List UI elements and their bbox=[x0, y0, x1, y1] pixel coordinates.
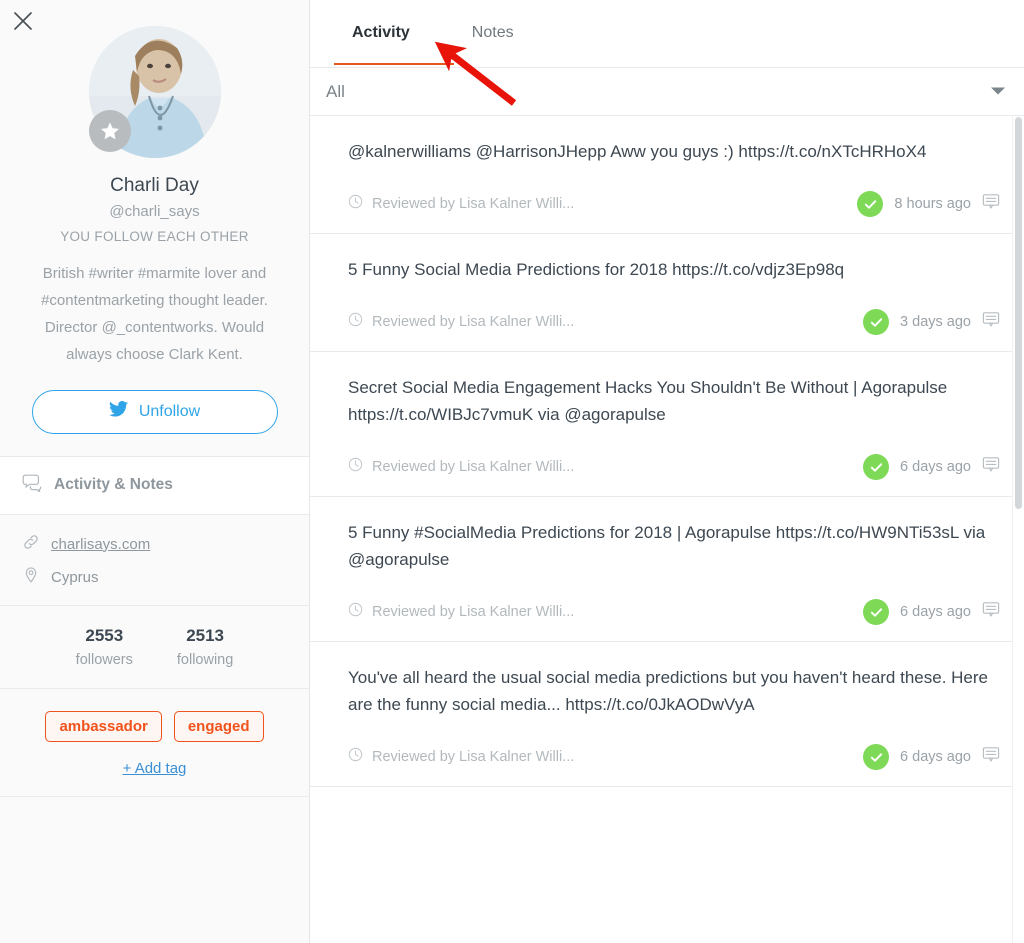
profile-activity-panel: Charli Day @charli_says YOU FOLLOW EACH … bbox=[0, 0, 1024, 943]
tab-activity[interactable]: Activity bbox=[334, 4, 454, 65]
profile-stats: 2553 followers 2513 following bbox=[0, 605, 309, 689]
activity-item[interactable]: 5 Funny Social Media Predictions for 201… bbox=[310, 234, 1024, 352]
clock-icon bbox=[348, 312, 363, 332]
reviewed-by-text: Reviewed by Lisa Kalner Willi... bbox=[372, 314, 575, 330]
activity-footer: Reviewed by Lisa Kalner Willi... 6 days … bbox=[348, 744, 1000, 770]
star-badge-icon bbox=[88, 110, 131, 152]
vertical-scrollbar[interactable] bbox=[1012, 117, 1024, 943]
activity-status-block: 8 hours ago bbox=[857, 191, 1000, 217]
reviewed-by-text: Reviewed by Lisa Kalner Willi... bbox=[372, 749, 575, 765]
comment-icon[interactable] bbox=[982, 456, 1000, 478]
page-title: Charli Day bbox=[110, 175, 199, 196]
profile-sidebar: Charli Day @charli_says YOU FOLLOW EACH … bbox=[0, 0, 310, 943]
activity-footer: Reviewed by Lisa Kalner Willi... 6 days … bbox=[348, 454, 1000, 480]
clock-icon bbox=[348, 457, 363, 477]
tab-bar: Activity Notes bbox=[310, 0, 1024, 68]
reviewed-block: Reviewed by Lisa Kalner Willi... bbox=[348, 457, 574, 477]
unfollow-button[interactable]: Unfollow bbox=[31, 389, 278, 434]
reviewed-by-text: Reviewed by Lisa Kalner Willi... bbox=[372, 459, 575, 475]
activity-timestamp: 6 days ago bbox=[900, 749, 971, 765]
stat-caption: following bbox=[176, 651, 234, 668]
website-row[interactable]: charlisays.com bbox=[22, 533, 287, 556]
twitter-bird-icon bbox=[108, 401, 128, 422]
check-circle-icon bbox=[863, 599, 890, 625]
reviewed-block: Reviewed by Lisa Kalner Willi... bbox=[348, 747, 574, 767]
filter-value: All bbox=[326, 81, 345, 101]
activity-item[interactable]: 5 Funny #SocialMedia Predictions for 201… bbox=[310, 497, 1024, 642]
activity-item[interactable]: @kalnerwilliams @HarrisonJHepp Aww you g… bbox=[310, 116, 1024, 234]
activity-text: 5 Funny #SocialMedia Predictions for 201… bbox=[348, 523, 986, 569]
stat-followers[interactable]: 2553 followers bbox=[76, 626, 133, 668]
chevron-down-icon bbox=[990, 83, 1006, 101]
activity-feed: @kalnerwilliams @HarrisonJHepp Aww you g… bbox=[310, 116, 1024, 943]
activity-footer: Reviewed by Lisa Kalner Willi... 6 days … bbox=[348, 599, 1000, 625]
check-circle-icon bbox=[857, 191, 884, 217]
avatar-wrapper bbox=[88, 26, 221, 158]
comment-icon[interactable] bbox=[982, 311, 1000, 333]
reviewed-by-text: Reviewed by Lisa Kalner Willi... bbox=[372, 196, 575, 212]
activity-item[interactable]: Secret Social Media Engagement Hacks You… bbox=[310, 352, 1024, 497]
sidebar-item-activity-notes[interactable]: Activity & Notes bbox=[0, 455, 309, 515]
activity-status-block: 6 days ago bbox=[863, 454, 1000, 480]
activity-text: You've all heard the usual social media … bbox=[348, 668, 988, 714]
add-tag-link[interactable]: + Add tag bbox=[123, 760, 187, 777]
activity-text: 5 Funny Social Media Predictions for 201… bbox=[348, 260, 845, 279]
check-circle-icon bbox=[863, 744, 890, 770]
tags-section: ambassador engaged + Add tag bbox=[0, 688, 309, 797]
filter-dropdown[interactable]: All bbox=[310, 68, 1024, 116]
sidebar-item-label: Activity & Notes bbox=[54, 476, 173, 494]
location-text: Cyprus bbox=[51, 568, 99, 586]
check-circle-icon bbox=[863, 309, 890, 335]
activity-text: Secret Social Media Engagement Hacks You… bbox=[348, 378, 948, 424]
clock-icon bbox=[348, 194, 363, 214]
reviewed-block: Reviewed by Lisa Kalner Willi... bbox=[348, 602, 574, 622]
comment-icon[interactable] bbox=[982, 746, 1000, 768]
location-row: Cyprus bbox=[22, 566, 287, 589]
activity-item[interactable]: You've all heard the usual social media … bbox=[310, 642, 1024, 787]
comment-icon[interactable] bbox=[982, 193, 1000, 215]
activity-footer: Reviewed by Lisa Kalner Willi... 3 days … bbox=[348, 309, 1000, 335]
stat-following[interactable]: 2513 following bbox=[177, 626, 233, 668]
activity-status-block: 3 days ago bbox=[863, 309, 1000, 335]
tab-notes[interactable]: Notes bbox=[462, 4, 524, 64]
activity-footer: Reviewed by Lisa Kalner Willi... 8 hours… bbox=[348, 191, 1000, 217]
scrollbar-thumb[interactable] bbox=[1015, 117, 1022, 509]
profile-meta: charlisays.com Cyprus bbox=[0, 514, 309, 606]
profile-bio: British #writer #marmite lover and #cont… bbox=[41, 264, 268, 363]
tag-list: ambassador engaged bbox=[16, 710, 293, 742]
profile-header: Charli Day @charli_says YOU FOLLOW EACH … bbox=[0, 0, 309, 456]
activity-timestamp: 8 hours ago bbox=[894, 196, 971, 212]
close-icon[interactable] bbox=[8, 6, 38, 36]
profile-handle: @charli_says bbox=[109, 202, 200, 220]
activity-panel: Activity Notes All @kalnerwilliams @Harr… bbox=[310, 0, 1024, 943]
clock-icon bbox=[348, 602, 363, 622]
tag-pill[interactable]: ambassador bbox=[45, 710, 162, 742]
activity-status-block: 6 days ago bbox=[863, 599, 1000, 625]
unfollow-button-label: Unfollow bbox=[138, 402, 201, 420]
link-icon bbox=[22, 533, 40, 556]
stat-value: 2553 bbox=[85, 625, 124, 645]
activity-timestamp: 6 days ago bbox=[900, 459, 971, 475]
activity-text: @kalnerwilliams @HarrisonJHepp Aww you g… bbox=[348, 142, 927, 161]
stat-caption: followers bbox=[75, 651, 133, 668]
tag-pill[interactable]: engaged bbox=[173, 710, 264, 742]
reviewed-block: Reviewed by Lisa Kalner Willi... bbox=[348, 312, 574, 332]
speech-bubbles-icon bbox=[22, 474, 42, 497]
website-link[interactable]: charlisays.com bbox=[51, 536, 150, 553]
activity-timestamp: 6 days ago bbox=[900, 604, 971, 620]
map-pin-icon bbox=[22, 566, 40, 589]
activity-timestamp: 3 days ago bbox=[900, 314, 971, 330]
check-circle-icon bbox=[863, 454, 890, 480]
clock-icon bbox=[348, 747, 363, 767]
relationship-status: YOU FOLLOW EACH OTHER bbox=[60, 228, 249, 244]
reviewed-by-text: Reviewed by Lisa Kalner Willi... bbox=[372, 604, 575, 620]
comment-icon[interactable] bbox=[982, 601, 1000, 623]
activity-status-block: 6 days ago bbox=[863, 744, 1000, 770]
stat-value: 2513 bbox=[186, 625, 225, 645]
reviewed-block: Reviewed by Lisa Kalner Willi... bbox=[348, 194, 574, 214]
